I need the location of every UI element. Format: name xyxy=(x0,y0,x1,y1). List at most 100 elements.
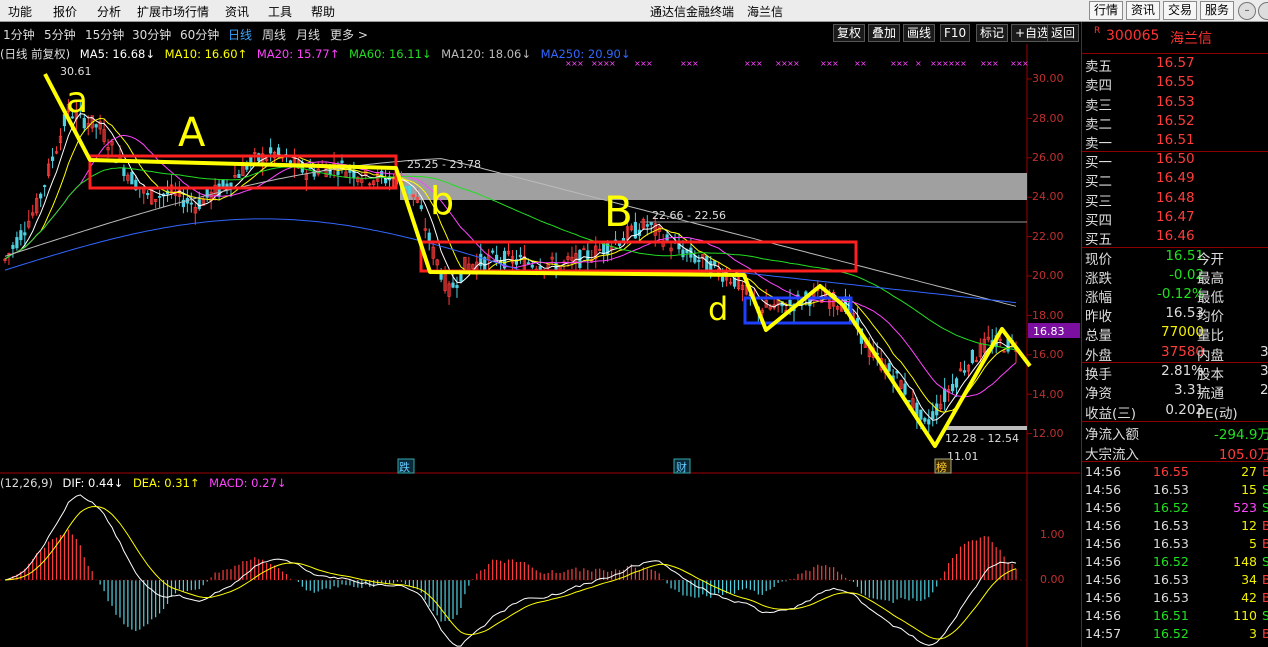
tick-time: 14:57 xyxy=(1085,626,1122,641)
tick-flag: B xyxy=(1262,590,1268,605)
candle-body xyxy=(336,171,340,175)
candle-body xyxy=(788,299,792,306)
stat-row: 涨跌 -0.02 最高 xyxy=(1085,267,1224,287)
range-label-1: 25.25 - 23.78 xyxy=(407,158,481,171)
tick-row: 14:56 16.53 12 B xyxy=(1085,518,1268,537)
event-marker[interactable]: 财 xyxy=(676,460,687,474)
candle-body xyxy=(384,178,388,184)
tick-time: 14:56 xyxy=(1085,608,1122,623)
tick-price: 16.53 xyxy=(1153,518,1189,533)
candle-body xyxy=(427,232,431,242)
stat-label: 换手 xyxy=(1085,367,1112,383)
ask-label: 卖五 xyxy=(1085,59,1112,75)
ask-label: 卖二 xyxy=(1085,116,1112,133)
ask-price: 16.55 xyxy=(1156,74,1195,91)
tick-price: 16.53 xyxy=(1153,536,1189,551)
stat-row: 外盘 37580 内盘 3 xyxy=(1085,344,1268,364)
stat-row: 收益(三) 0.202 PE(动) xyxy=(1085,402,1238,422)
candle-body xyxy=(665,234,669,241)
tick-flag: S xyxy=(1262,554,1268,569)
tick-volume: 12 xyxy=(1241,518,1257,533)
top-button-market[interactable]: 行情 xyxy=(1089,1,1124,20)
candle-body xyxy=(919,409,923,420)
price-tick: 14.00 xyxy=(1032,388,1064,401)
stat-label: 涨幅 xyxy=(1085,290,1112,307)
signal-mark: × xyxy=(832,59,839,68)
wave-letter-B: B xyxy=(604,187,633,236)
price-tick: 24.00 xyxy=(1032,190,1064,203)
candle-body xyxy=(340,160,344,164)
minimize-icon[interactable]: – xyxy=(1238,2,1256,20)
candle-body xyxy=(158,195,162,198)
bid-price: 16.48 xyxy=(1156,189,1195,206)
signal-mark: × xyxy=(960,59,967,68)
candle-body xyxy=(954,378,959,388)
tick-row: 14:56 16.51 110 S xyxy=(1085,608,1268,627)
bid-price: 16.46 xyxy=(1156,228,1195,245)
signal-mark: × xyxy=(577,59,584,68)
flow-value: -294.9万 xyxy=(1213,427,1268,443)
stat-row: 现价 16.51 今开 xyxy=(1085,248,1224,268)
tick-time: 14:56 xyxy=(1085,482,1122,497)
stat-label: 收益(三) xyxy=(1085,405,1137,422)
macd-tick: 1.00 xyxy=(1040,528,1065,541)
stat-label: 昨收 xyxy=(1085,309,1112,326)
candle-body xyxy=(122,167,126,176)
signal-mark: × xyxy=(609,59,616,68)
bid-price: 16.47 xyxy=(1156,208,1195,225)
candle-body xyxy=(130,171,134,185)
wave-letter-A: A xyxy=(178,110,206,156)
macd-panel xyxy=(0,494,1027,647)
stat-label: PE(动) xyxy=(1197,405,1238,422)
event-marker[interactable]: 榜 xyxy=(936,460,947,474)
event-marker[interactable]: 跌 xyxy=(399,460,410,474)
tick-volume: 110 xyxy=(1233,608,1257,623)
candle-body xyxy=(50,156,55,161)
macd-tick: 0.00 xyxy=(1040,573,1065,586)
ask-price: 16.57 xyxy=(1156,55,1195,71)
candle-body xyxy=(649,222,653,226)
candle-body xyxy=(927,419,931,425)
stat-label: 股本 xyxy=(1197,367,1224,383)
kline-chart[interactable]: 30.00 28.00 26.00 24.00 22.00 20.00 18.0… xyxy=(0,0,1080,647)
tick-row: 14:56 16.52 523 S xyxy=(1085,500,1268,519)
tick-row: 14:56 16.55 27 B xyxy=(1085,464,1268,483)
candle-body xyxy=(269,147,273,154)
bid-row: 买五 16.46 xyxy=(1085,228,1195,248)
resistance-band xyxy=(400,173,1027,200)
tick-row: 14:56 16.53 34 B xyxy=(1085,572,1268,591)
tick-flag: B xyxy=(1262,626,1268,641)
tick-price: 16.52 xyxy=(1153,626,1189,641)
candle-body xyxy=(439,273,443,280)
tick-price: 16.52 xyxy=(1153,554,1189,569)
restore-icon[interactable] xyxy=(1258,2,1268,20)
wave-letter-d: d xyxy=(708,290,728,328)
quote-panel: R 300065 海兰信 卖五 16.57 卖四 16.55 卖三 16.53 卖二 16.5… xyxy=(1081,22,1268,647)
ask-label: 卖三 xyxy=(1085,97,1112,114)
candle-body xyxy=(15,237,19,249)
candle-body xyxy=(586,250,590,261)
stat-row: 涨幅 -0.12% 最低 xyxy=(1085,286,1224,307)
stat-label: 量比 xyxy=(1197,328,1224,345)
top-button-trade[interactable]: 交易 xyxy=(1163,1,1198,20)
tick-flag: S xyxy=(1262,482,1268,497)
tick-flag: S xyxy=(1262,608,1268,623)
signal-mark: × xyxy=(646,59,653,68)
signal-mark: × xyxy=(902,59,909,68)
price-tick: 12.00 xyxy=(1032,427,1064,440)
stat-value: 3 xyxy=(1260,343,1268,360)
candle-body xyxy=(621,238,626,242)
ask-price: 16.52 xyxy=(1156,112,1195,129)
candle-body xyxy=(221,179,225,187)
tick-time: 14:56 xyxy=(1085,536,1122,551)
tick-volume: 523 xyxy=(1233,500,1257,515)
tick-price: 16.55 xyxy=(1153,464,1189,479)
candle-body xyxy=(950,383,955,392)
signal-mark: × xyxy=(1022,59,1029,68)
signal-mark: × xyxy=(756,59,763,68)
ask-price: 16.53 xyxy=(1156,93,1195,110)
stat-label: 内盘 xyxy=(1197,347,1224,364)
top-button-news[interactable]: 资讯 xyxy=(1126,1,1161,20)
top-button-service[interactable]: 服务 xyxy=(1200,1,1235,20)
stat-label: 净资 xyxy=(1085,386,1112,403)
